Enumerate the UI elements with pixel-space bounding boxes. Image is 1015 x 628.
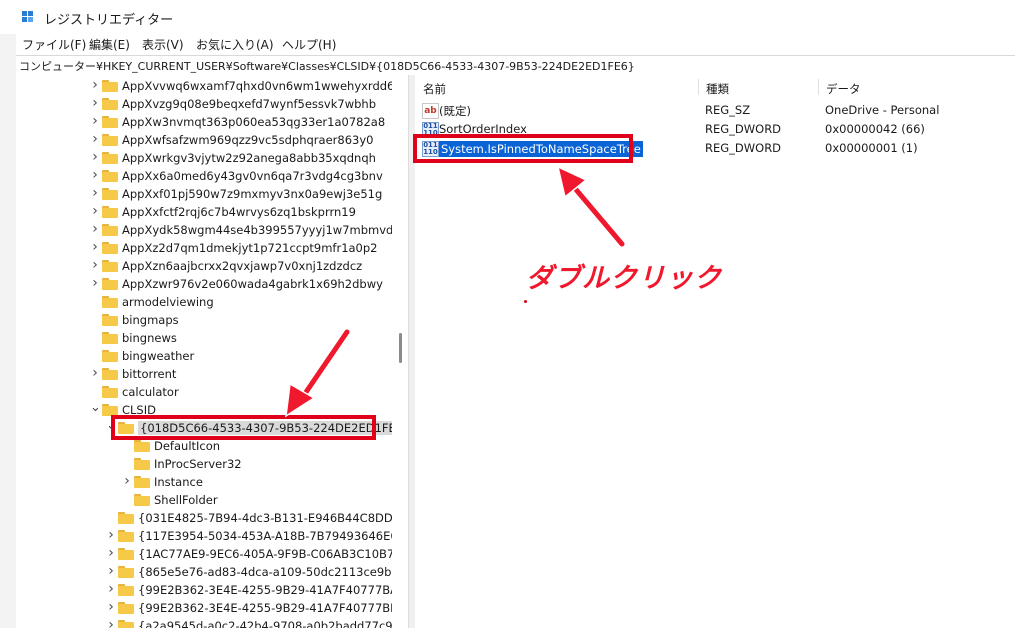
annotation-arrows (285, 165, 627, 418)
annotation-dot (524, 300, 527, 303)
arrow-to-clsid-key (285, 327, 352, 418)
annotation-double-click: ダブルクリック (526, 263, 722, 294)
arrow-to-value (556, 165, 627, 249)
